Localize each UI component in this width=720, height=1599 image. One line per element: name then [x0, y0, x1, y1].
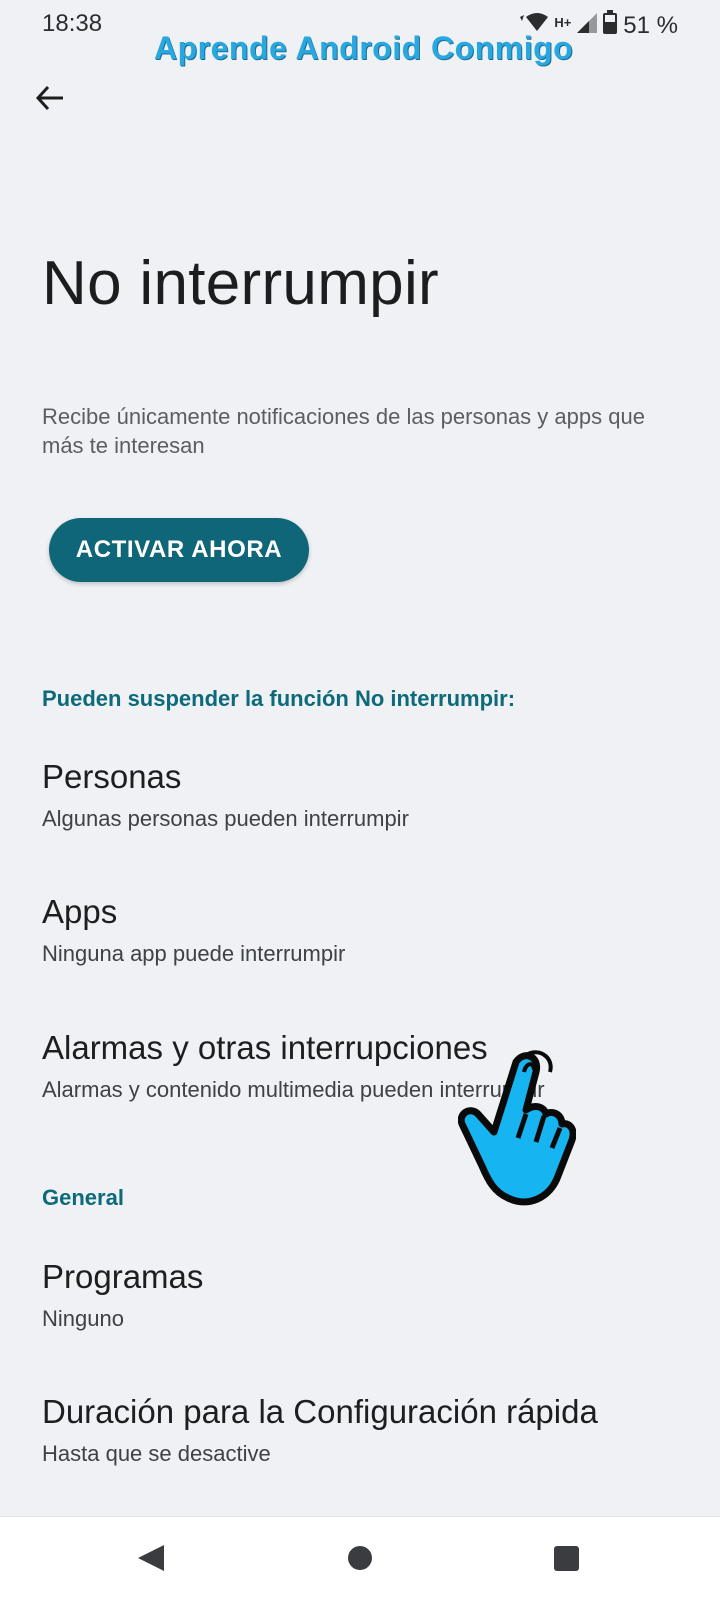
page-title: No interrumpir — [42, 249, 439, 318]
navigation-bar — [0, 1516, 720, 1599]
setting-summary: Ninguno — [42, 1306, 124, 1331]
setting-item-duracion[interactable]: Duración para la Configuración rápida Ha… — [0, 1393, 720, 1511]
battery-percent: 51 % — [623, 11, 678, 39]
setting-summary: Alarmas y contenido multimedia pueden in… — [42, 1077, 545, 1102]
status-time: 18:38 — [42, 10, 103, 37]
setting-title: Personas — [42, 758, 182, 795]
cell-signal-icon — [577, 12, 598, 40]
network-type: H+ — [554, 15, 572, 30]
arrow-left-icon — [35, 85, 63, 111]
section-header-exceptions: Pueden suspender la función No interrump… — [42, 686, 516, 711]
back-button[interactable] — [28, 76, 72, 120]
setting-item-personas[interactable]: Personas Algunas personas pueden interru… — [0, 758, 720, 876]
setting-item-apps[interactable]: Apps Ninguna app puede interrumpir — [0, 893, 720, 1011]
setting-item-programas[interactable]: Programas Ninguno — [0, 1258, 720, 1376]
setting-title: Programas — [42, 1258, 204, 1295]
setting-title: Alarmas y otras interrupciones — [42, 1029, 488, 1066]
setting-title: Apps — [42, 893, 118, 930]
page-description: Recibe únicamente notificaciones de las … — [42, 404, 645, 458]
setting-title: Duración para la Configuración rápida — [42, 1393, 598, 1430]
setting-summary: Ninguna app puede interrumpir — [42, 941, 346, 966]
triangle-back-icon[interactable] — [134, 1541, 168, 1575]
activate-now-button[interactable]: ACTIVAR AHORA — [49, 518, 309, 582]
battery-icon — [603, 10, 618, 41]
square-recents-icon[interactable] — [554, 1546, 579, 1571]
section-header-general: General — [42, 1185, 124, 1210]
setting-summary: Hasta que se desactive — [42, 1441, 271, 1466]
watermark-text: Aprende Android Conmigo — [154, 30, 574, 66]
setting-item-alarmas[interactable]: Alarmas y otras interrupciones Alarmas y… — [0, 1029, 720, 1147]
circle-home-icon[interactable] — [348, 1546, 372, 1570]
setting-summary: Algunas personas pueden interrumpir — [42, 806, 409, 831]
